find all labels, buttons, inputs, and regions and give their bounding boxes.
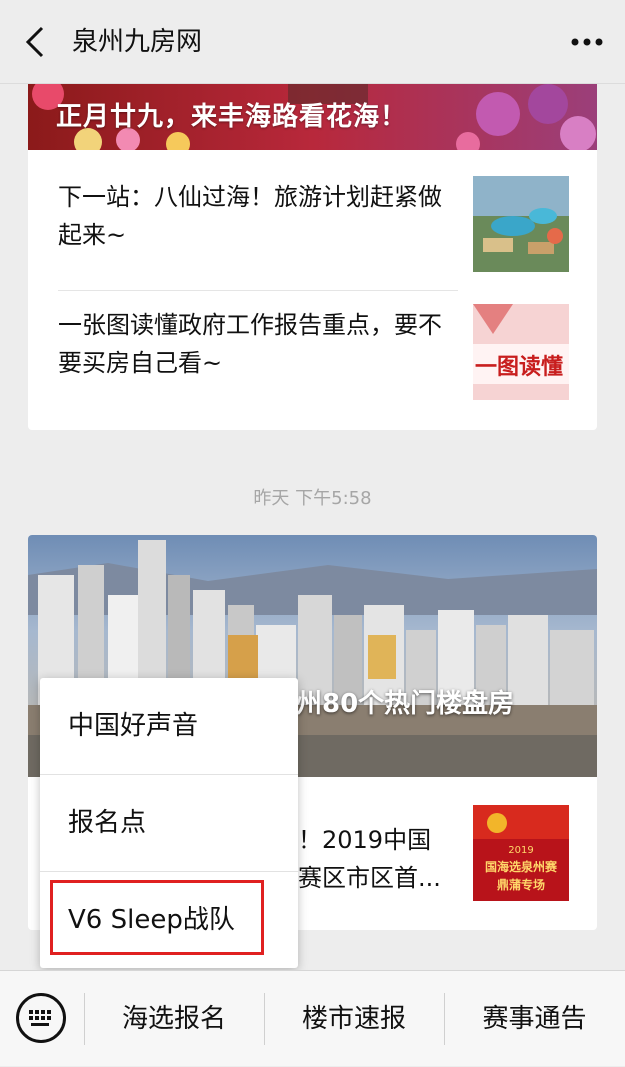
keyboard-icon[interactable] — [16, 993, 66, 1043]
event-thumbnail: 2019 国海选泉州赛 鼎蒲专场 — [473, 805, 569, 901]
banner-image[interactable]: 正月廿九，来丰海路看花海！ — [28, 84, 597, 150]
article-row[interactable]: 下一站：八仙过海！旅游计划赶紧做起来~ — [28, 150, 597, 274]
submenu-item[interactable]: 报名点 — [40, 775, 298, 871]
menu-button[interactable]: 楼市速报 — [264, 971, 444, 1067]
article-title[interactable]: ！2019中国 赛区市区首... — [298, 821, 468, 897]
page-title: 泉州九房网 — [72, 27, 203, 57]
selection-highlight-box — [50, 880, 264, 955]
event-thumbnail-year: 2019 — [508, 845, 533, 856]
article-title: 下一站：八仙过海！旅游计划赶紧做起来~ — [58, 183, 442, 249]
report-thumbnail: 一图读懂 — [473, 304, 569, 400]
submenu-item[interactable]: 中国好声音 — [40, 678, 298, 774]
menu-button[interactable]: 赛事通告 — [444, 971, 625, 1067]
water-park-thumbnail — [473, 176, 569, 272]
article-title: 一张图读懂政府工作报告重点，要不要买房自己看~ — [58, 311, 442, 377]
article-card-1: 正月廿九，来丰海路看花海！ 下一站：八仙过海！旅游计划赶紧做起来~ 一张图读懂政… — [28, 84, 597, 430]
timestamp: 昨天 下午5:58 — [253, 488, 372, 509]
top-nav-bar: 泉州九房网 — [0, 0, 625, 84]
more-options-icon[interactable] — [567, 22, 607, 62]
article-row[interactable]: 一张图读懂政府工作报告重点，要不要买房自己看~ 一图读懂 — [28, 278, 597, 402]
hero-caption: 州80个热门楼盘房 — [296, 689, 515, 719]
back-arrow-icon[interactable] — [18, 22, 58, 62]
event-thumbnail-subtitle: 鼎蒲专场 — [497, 877, 545, 892]
banner-title: 正月廿九，来丰海路看花海！ — [56, 102, 408, 132]
event-thumbnail-title: 国海选泉州赛 — [485, 859, 558, 874]
report-thumbnail-text: 一图读懂 — [475, 354, 563, 380]
menu-button[interactable]: 海选报名 — [84, 971, 264, 1067]
bottom-menu-bar: 海选报名 楼市速报 赛事通告 — [0, 970, 625, 1066]
